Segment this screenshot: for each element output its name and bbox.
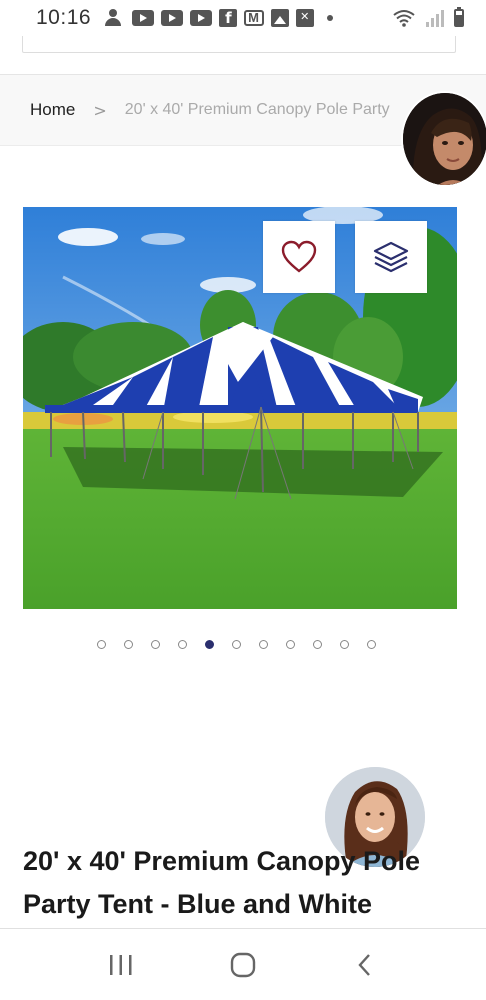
youtube-icon <box>190 10 213 26</box>
chevron-right-icon: > <box>93 100 107 120</box>
wishlist-button[interactable] <box>263 221 335 293</box>
carousel-dot[interactable] <box>340 640 349 649</box>
wifi-icon <box>393 10 415 27</box>
carousel-dot[interactable] <box>259 640 268 649</box>
carousel-dot[interactable] <box>151 640 160 649</box>
compare-button[interactable] <box>355 221 427 293</box>
carousel-dot[interactable] <box>178 640 187 649</box>
youtube-icon <box>161 10 184 26</box>
facebook-icon <box>219 9 238 27</box>
carousel-dot[interactable] <box>97 640 106 649</box>
carousel-dot[interactable] <box>367 640 376 649</box>
home-button[interactable] <box>223 945 263 985</box>
battery-icon <box>454 7 464 27</box>
back-button[interactable] <box>345 945 385 985</box>
product-title: 20' x 40' Premium Canopy Pole Party Tent… <box>23 846 420 919</box>
layers-icon <box>373 241 409 273</box>
carousel-dot[interactable] <box>286 640 295 649</box>
search-field-edge[interactable] <box>22 36 456 53</box>
carousel-dot[interactable] <box>124 640 133 649</box>
x-app-icon <box>296 9 315 27</box>
notification-icons <box>105 9 334 27</box>
photo-icon <box>271 9 290 27</box>
breadcrumb-current: 20' x 40' Premium Canopy Pole Party <box>124 101 390 118</box>
carousel-dot[interactable] <box>313 640 322 649</box>
gmail-icon <box>244 10 265 26</box>
back-icon <box>358 953 370 976</box>
status-time: 10:16 <box>36 6 92 29</box>
carousel-dot[interactable] <box>232 640 241 649</box>
carousel-pagination <box>97 640 376 649</box>
status-bar: 10:16 <box>0 0 486 36</box>
person-add-icon <box>105 9 125 27</box>
dot-icon <box>327 15 334 21</box>
breadcrumb-home-link[interactable]: Home <box>30 100 75 120</box>
carousel-dot[interactable] <box>205 640 214 649</box>
chat-avatar[interactable] <box>401 91 486 187</box>
youtube-icon <box>132 10 155 26</box>
recents-button[interactable] <box>101 945 141 985</box>
heart-icon <box>281 240 317 273</box>
system-nav-bar <box>0 928 486 1000</box>
signal-icon <box>426 9 444 27</box>
recents-icon <box>110 954 132 975</box>
home-icon <box>230 952 256 977</box>
